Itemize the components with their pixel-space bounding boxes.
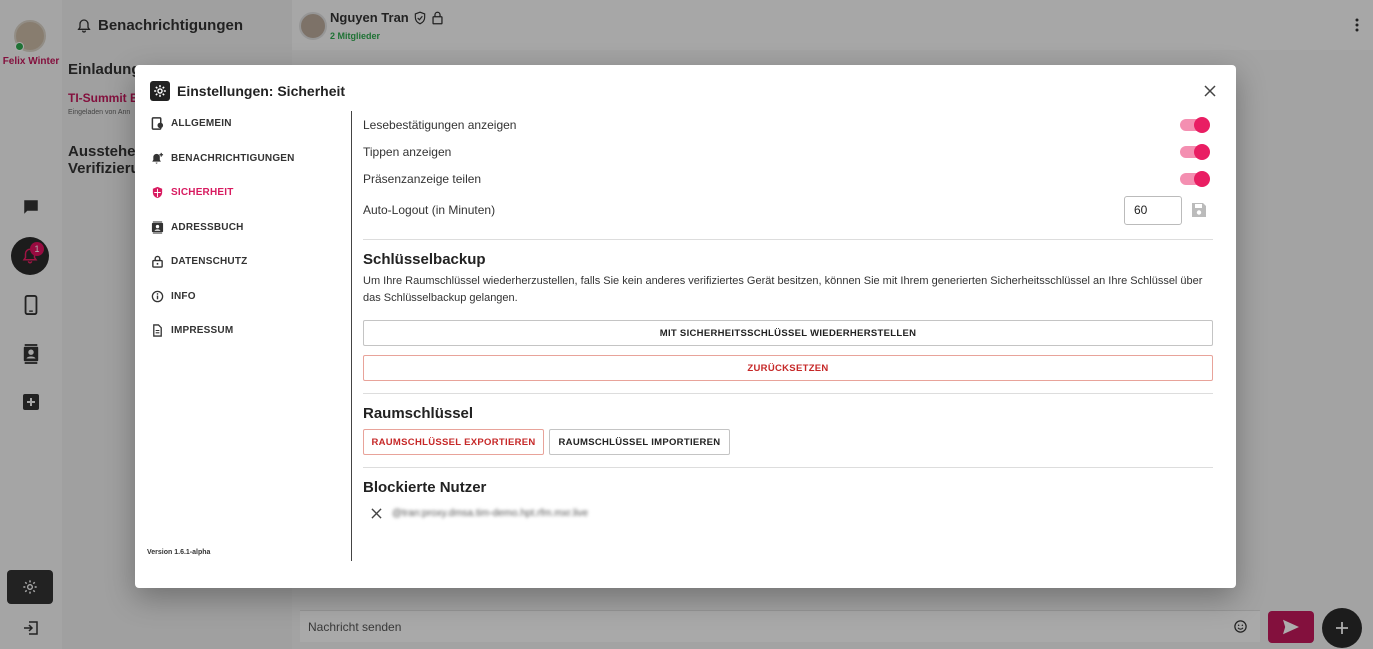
unblock-close-icon[interactable] [371,508,382,519]
info-icon [151,290,164,302]
section-divider [363,467,1213,468]
presence-toggle[interactable] [1180,171,1210,187]
dialog-title: Einstellungen: Sicherheit [177,83,346,99]
restore-with-security-key-button[interactable]: MIT SICHERHEITSSCHLÜSSEL WIEDERHERSTELLE… [363,320,1213,346]
nav-label: INFO [171,290,196,302]
nav-label: IMPRESSUM [171,324,234,336]
save-icon[interactable] [1191,202,1207,218]
lock-icon [152,255,163,268]
blocked-user-id: @tran:proxy.dmsa.tim-demo.hpt.rfm.mxr.li… [392,508,589,519]
section-divider [363,393,1213,394]
settings-gear-icon [150,81,170,101]
read-receipts-toggle[interactable] [1180,117,1210,133]
nav-divider [351,111,352,561]
settings-app-icon [151,116,164,130]
room-keys-heading: Raumschlüssel [363,405,474,422]
auto-logout-input[interactable]: 60 [1124,196,1182,225]
nav-item-adressbuch[interactable]: ADRESSBUCH [151,217,244,237]
presence-label: Präsenzanzeige teilen [363,172,482,186]
import-room-keys-button[interactable]: RAUMSCHLÜSSEL IMPORTIEREN [549,429,730,455]
toggle-knob [1194,171,1210,187]
key-backup-heading: Schlüsselbackup [363,251,486,268]
app-version: Version 1.6.1-alpha [147,549,211,556]
nav-label: BENACHRICHTIGUNGEN [171,152,295,164]
nav-item-benachrichtigungen[interactable]: BENACHRICHTIGUNGEN [151,148,295,168]
nav-item-sicherheit[interactable]: SICHERHEIT [151,182,234,202]
read-receipts-label: Lesebestätigungen anzeigen [363,118,517,132]
document-icon [153,323,162,337]
settings-dialog: Einstellungen: Sicherheit ALLGEMEIN BENA… [135,65,1236,588]
blocked-user-row: @tran:proxy.dmsa.tim-demo.hpt.rfm.mxr.li… [371,508,588,519]
key-backup-description: Um Ihre Raumschlüssel wiederherzustellen… [363,275,1203,304]
section-divider [363,239,1213,240]
nav-label: SICHERHEIT [171,186,234,198]
auto-logout-label: Auto-Logout (in Minuten) [363,203,496,217]
typing-label: Tippen anzeigen [363,145,452,159]
nav-item-datenschutz[interactable]: DATENSCHUTZ [151,251,247,271]
close-button[interactable] [1202,83,1218,99]
nav-label: ADRESSBUCH [171,221,244,233]
shield-icon [152,186,163,198]
contacts-icon [151,220,164,234]
toggle-knob [1194,117,1210,133]
nav-item-allgemein[interactable]: ALLGEMEIN [151,113,232,133]
nav-label: ALLGEMEIN [171,117,232,129]
dialog-title-row: Einstellungen: Sicherheit [150,81,345,101]
toggle-knob [1194,144,1210,160]
nav-item-info[interactable]: INFO [151,286,196,306]
export-room-keys-button[interactable]: RAUMSCHLÜSSEL EXPORTIEREN [363,429,544,455]
blocked-users-heading: Blockierte Nutzer [363,479,487,496]
bell-plus-icon [152,152,164,164]
typing-toggle[interactable] [1180,144,1210,160]
close-icon [1204,85,1216,97]
nav-label: DATENSCHUTZ [171,255,248,267]
nav-item-impressum[interactable]: IMPRESSUM [151,320,233,340]
reset-key-backup-button[interactable]: ZURÜCKSETZEN [363,355,1213,381]
